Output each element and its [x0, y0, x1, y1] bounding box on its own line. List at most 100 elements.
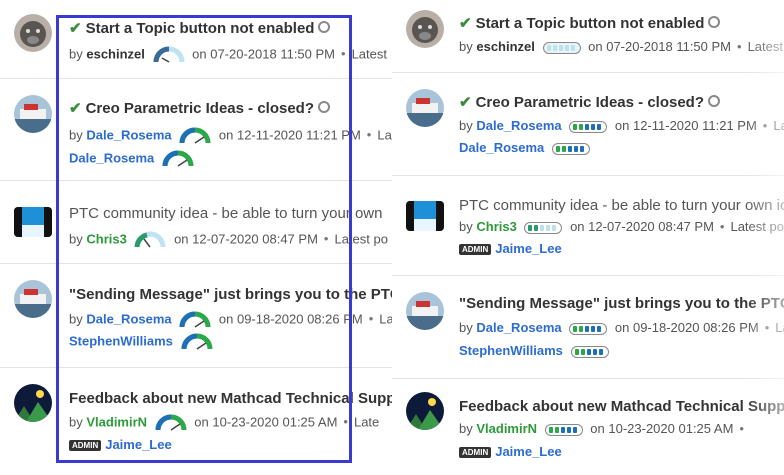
night-sky-avatar[interactable]: [14, 384, 52, 422]
separator-dot: •: [739, 421, 744, 436]
latest-poster-link[interactable]: StephenWilliams: [459, 343, 563, 358]
topic-title-link[interactable]: Feedback about new Mathcad Technical Sup…: [459, 398, 784, 415]
separator-dot: •: [341, 46, 346, 62]
latest-poster: ADMIN Jaime_Lee: [69, 437, 172, 452]
solved-check-icon: ✔: [459, 15, 472, 32]
author-link[interactable]: Dale_Rosema: [86, 127, 171, 142]
topic-meta: by eschinzel on 07-20-2018 11:50 PM • Late…: [459, 39, 783, 54]
topic-list-new: ✔ Start a Topic button not enabled by esc…: [392, 0, 784, 475]
by-label: by: [459, 421, 473, 436]
post-date: on 12-07-2020 08:47 PM: [174, 231, 318, 247]
by-label: by: [69, 414, 83, 430]
topic-title-link[interactable]: Creo Parametric Ideas - closed?: [476, 94, 704, 111]
topic-title[interactable]: "Sending Message" just brings you to the…: [459, 295, 784, 312]
latest-poster-link[interactable]: StephenWilliams: [69, 333, 173, 348]
topic-row[interactable]: Feedback about new Mathcad Technical Sup…: [392, 378, 784, 475]
by-label: by: [459, 320, 473, 335]
topic-title[interactable]: ✔ Start a Topic button not enabled: [69, 19, 331, 37]
rank-gauge-icon: [162, 150, 194, 167]
post-date: on 10-23-2020 01:25 AM: [590, 421, 734, 436]
topic-row[interactable]: ✔ Start a Topic button not enabled by esc…: [392, 0, 784, 73]
topic-title[interactable]: ✔ Creo Parametric Ideas - closed?: [459, 93, 721, 111]
topic-title-link[interactable]: Creo Parametric Ideas - closed?: [86, 100, 314, 117]
link-icon: [708, 95, 721, 108]
latest-post-label: La: [775, 320, 784, 335]
topic-row[interactable]: ✔ Creo Parametric Ideas - closed? by Dale…: [392, 72, 784, 176]
topic-title-link[interactable]: PTC community idea - be able to turn you…: [459, 197, 784, 214]
latest-poster-link[interactable]: Jaime_Lee: [495, 444, 562, 459]
author-link[interactable]: Dale_Rosema: [86, 311, 171, 326]
night-sky-avatar[interactable]: [406, 392, 444, 430]
latest-post-label: Latest: [351, 46, 387, 62]
topic-meta: by Dale_Rosema on 09-18-2020 08:26 PM • La: [459, 320, 784, 335]
gorilla-avatar[interactable]: [14, 14, 52, 52]
topic-list-old: ✔ Start a Topic button not enabled by esc…: [0, 0, 393, 475]
rank-badge-icon: [542, 41, 581, 54]
by-label: by: [69, 311, 83, 327]
topic-title-link[interactable]: "Sending Message" just brings you to the…: [459, 295, 784, 312]
rank-badge-icon: [551, 142, 590, 155]
gorilla-avatar[interactable]: [406, 10, 444, 48]
author-link[interactable]: Chris3: [476, 219, 516, 234]
landscape-avatar[interactable]: [14, 207, 52, 237]
link-icon: [318, 101, 331, 114]
by-label: by: [459, 39, 473, 54]
topic-title[interactable]: PTC community idea - be able to turn you…: [459, 197, 784, 214]
topic-row[interactable]: ✔ Start a Topic button not enabled by esc…: [0, 0, 392, 79]
admin-badge: ADMIN: [459, 244, 492, 256]
separator-dot: •: [366, 127, 372, 143]
rank-badge-icon: [569, 120, 608, 133]
post-date: on 07-20-2018 11:50 PM: [588, 39, 732, 54]
author-link[interactable]: Dale_Rosema: [476, 118, 561, 133]
post-date: on 09-18-2020 08:26 PM: [614, 320, 759, 335]
topic-title-link[interactable]: PTC community idea - be able to turn you…: [69, 205, 382, 222]
topic-title[interactable]: "Sending Message" just brings you to the…: [69, 286, 392, 303]
post-date: on 09-18-2020 08:26 PM: [218, 311, 363, 327]
landscape-avatar[interactable]: [406, 201, 444, 231]
topic-row[interactable]: "Sending Message" just brings you to the…: [0, 263, 392, 368]
topic-row[interactable]: ✔ Creo Parametric Ideas - closed? by Dale…: [0, 78, 392, 181]
by-label: by: [69, 127, 83, 143]
topic-title-link[interactable]: "Sending Message" just brings you to the…: [69, 286, 392, 303]
latest-poster-link[interactable]: Jaime_Lee: [105, 437, 172, 452]
separator-dot: •: [368, 311, 374, 327]
latest-poster-link[interactable]: Jaime_Lee: [495, 241, 562, 256]
author-link[interactable]: eschinzel: [86, 46, 145, 61]
topic-row[interactable]: Feedback about new Mathcad Technical Sup…: [0, 367, 392, 475]
author-link[interactable]: VladimirN: [476, 421, 537, 436]
topic-title[interactable]: Feedback about new Mathcad Technical Sup…: [459, 398, 784, 415]
rank-gauge-icon: [134, 231, 166, 248]
topic-row[interactable]: "Sending Message" just brings you to the…: [392, 275, 784, 379]
topic-title[interactable]: ✔ Creo Parametric Ideas - closed?: [69, 99, 331, 117]
latest-post-label: Late: [353, 414, 380, 430]
ship-avatar[interactable]: [406, 292, 444, 330]
latest-post-label: La: [379, 311, 393, 327]
topic-meta: by VladimirN on 10-23-2020 01:25 AM • Late: [69, 414, 379, 432]
latest-poster-link[interactable]: Dale_Rosema: [69, 150, 154, 165]
topic-title[interactable]: Feedback about new Mathcad Technical Sup…: [69, 390, 392, 407]
author-link[interactable]: Chris3: [86, 231, 126, 246]
topic-title[interactable]: ✔ Start a Topic button not enabled: [459, 14, 721, 32]
author-link[interactable]: VladimirN: [86, 414, 147, 429]
latest-poster-link[interactable]: Dale_Rosema: [459, 140, 544, 155]
admin-badge: ADMIN: [69, 440, 102, 452]
topic-row[interactable]: PTC community idea - be able to turn you…: [392, 175, 784, 276]
separator-dot: •: [737, 39, 742, 54]
by-label: by: [69, 46, 83, 62]
topic-title-link[interactable]: Feedback about new Mathcad Technical Sup…: [69, 390, 392, 407]
author-link[interactable]: Dale_Rosema: [476, 320, 561, 335]
topic-title[interactable]: PTC community idea - be able to turn you…: [69, 205, 382, 222]
topic-meta: by Chris3 on 12-07-2020 08:47 PM • Latest …: [69, 231, 388, 249]
author-link[interactable]: eschinzel: [476, 39, 535, 54]
post-date: on 12-07-2020 08:47 PM: [570, 219, 714, 234]
topic-meta: by Dale_Rosema on 09-18-2020 08:26 PM • La: [69, 311, 393, 329]
ship-avatar[interactable]: [14, 280, 52, 318]
topic-title-link[interactable]: Start a Topic button not enabled: [86, 20, 315, 37]
rank-badge-icon: [544, 423, 583, 436]
topic-row[interactable]: PTC community idea - be able to turn you…: [0, 180, 392, 264]
post-date: on 10-23-2020 01:25 AM: [194, 414, 338, 430]
ship-avatar[interactable]: [14, 95, 52, 133]
ship-avatar[interactable]: [406, 89, 444, 127]
topic-title-link[interactable]: Start a Topic button not enabled: [476, 15, 705, 32]
latest-poster: StephenWilliams: [69, 333, 217, 351]
